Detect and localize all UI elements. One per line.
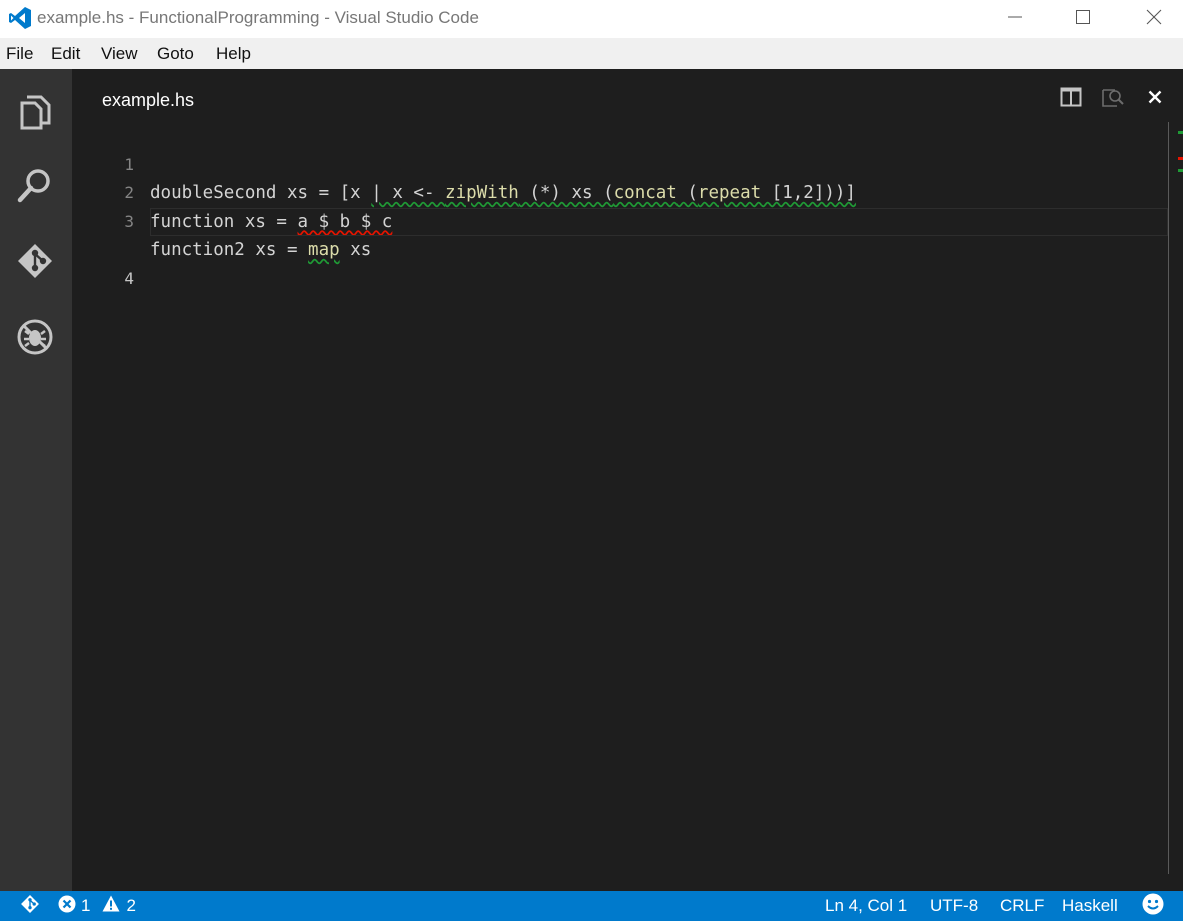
ruler-error-mark [1178,157,1183,160]
source-control-button[interactable] [14,242,56,284]
editor-tab-title[interactable]: example.hs [102,90,194,111]
git-status-button[interactable] [20,891,40,921]
git-icon [16,242,54,285]
maximize-icon [1075,9,1091,25]
error-count: 1 [81,896,91,915]
debug-button[interactable] [14,318,56,360]
current-line-highlight [150,207,1168,236]
title-bar: example.hs - FunctionalProgramming - Vis… [0,0,1183,38]
error-icon [58,895,76,918]
vscode-logo-icon [8,6,32,30]
window-title: example.hs - FunctionalProgramming - Vis… [37,8,479,27]
open-preview-button[interactable] [1101,87,1125,111]
editor-area: example.hs 1 doubleSecond xs = [x | x <-… [72,69,1183,891]
close-editor-icon [1148,90,1162,109]
eol-selector[interactable]: CRLF [1000,891,1044,921]
line-number: 4 [124,268,134,288]
debug-icon [16,318,54,361]
open-preview-icon [1101,86,1125,113]
split-editor-icon [1060,87,1082,112]
ruler-warning-mark [1178,169,1183,172]
cursor-position[interactable]: Ln 4, Col 1 [825,891,907,921]
encoding-selector[interactable]: UTF-8 [930,891,978,921]
explorer-icon [18,93,52,136]
menu-file[interactable]: File [6,44,33,64]
menu-help[interactable]: Help [216,44,251,64]
line-text: function2 xs = map xs [150,240,372,260]
close-icon [1146,9,1162,25]
split-editor-button[interactable] [1059,87,1083,111]
minimize-button[interactable] [985,0,1045,34]
code-line: 2 function xs = a $ b $ c [72,151,1168,232]
code-line-current: 4 [72,207,1168,288]
status-bar: 1 2 Ln 4, Col 1 UTF-8 CRLF Haskell [0,891,1183,921]
warning-count: 2 [126,896,136,915]
menu-goto[interactable]: Goto [157,44,194,64]
ruler-warning-mark [1178,131,1183,134]
close-editor-button[interactable] [1143,87,1167,111]
minimize-icon [1007,9,1023,25]
search-button[interactable] [14,167,56,209]
smiley-icon [1142,893,1164,920]
close-window-button[interactable] [1124,0,1183,34]
code-editor[interactable]: 1 doubleSecond xs = [x | x <- zipWith (*… [72,122,1168,288]
menu-edit[interactable]: Edit [51,44,80,64]
menu-bar: File Edit View Goto Help [0,38,1183,69]
explorer-button[interactable] [14,93,56,135]
activity-bar [0,69,72,891]
code-line: 3 function2 xs = map xs [72,179,1168,261]
warning-icon [102,895,120,917]
git-status-icon [20,894,40,919]
overview-ruler[interactable] [1168,122,1183,874]
feedback-button[interactable] [1142,891,1164,921]
code-line: 1 doubleSecond xs = [x | x <- zipWith (*… [72,122,1168,204]
problems-status-button[interactable]: 1 2 [58,891,136,921]
maximize-button[interactable] [1053,0,1113,34]
search-icon [16,167,54,210]
menu-view[interactable]: View [101,44,138,64]
language-selector[interactable]: Haskell [1062,891,1118,921]
warning-squiggle: map [308,240,340,260]
